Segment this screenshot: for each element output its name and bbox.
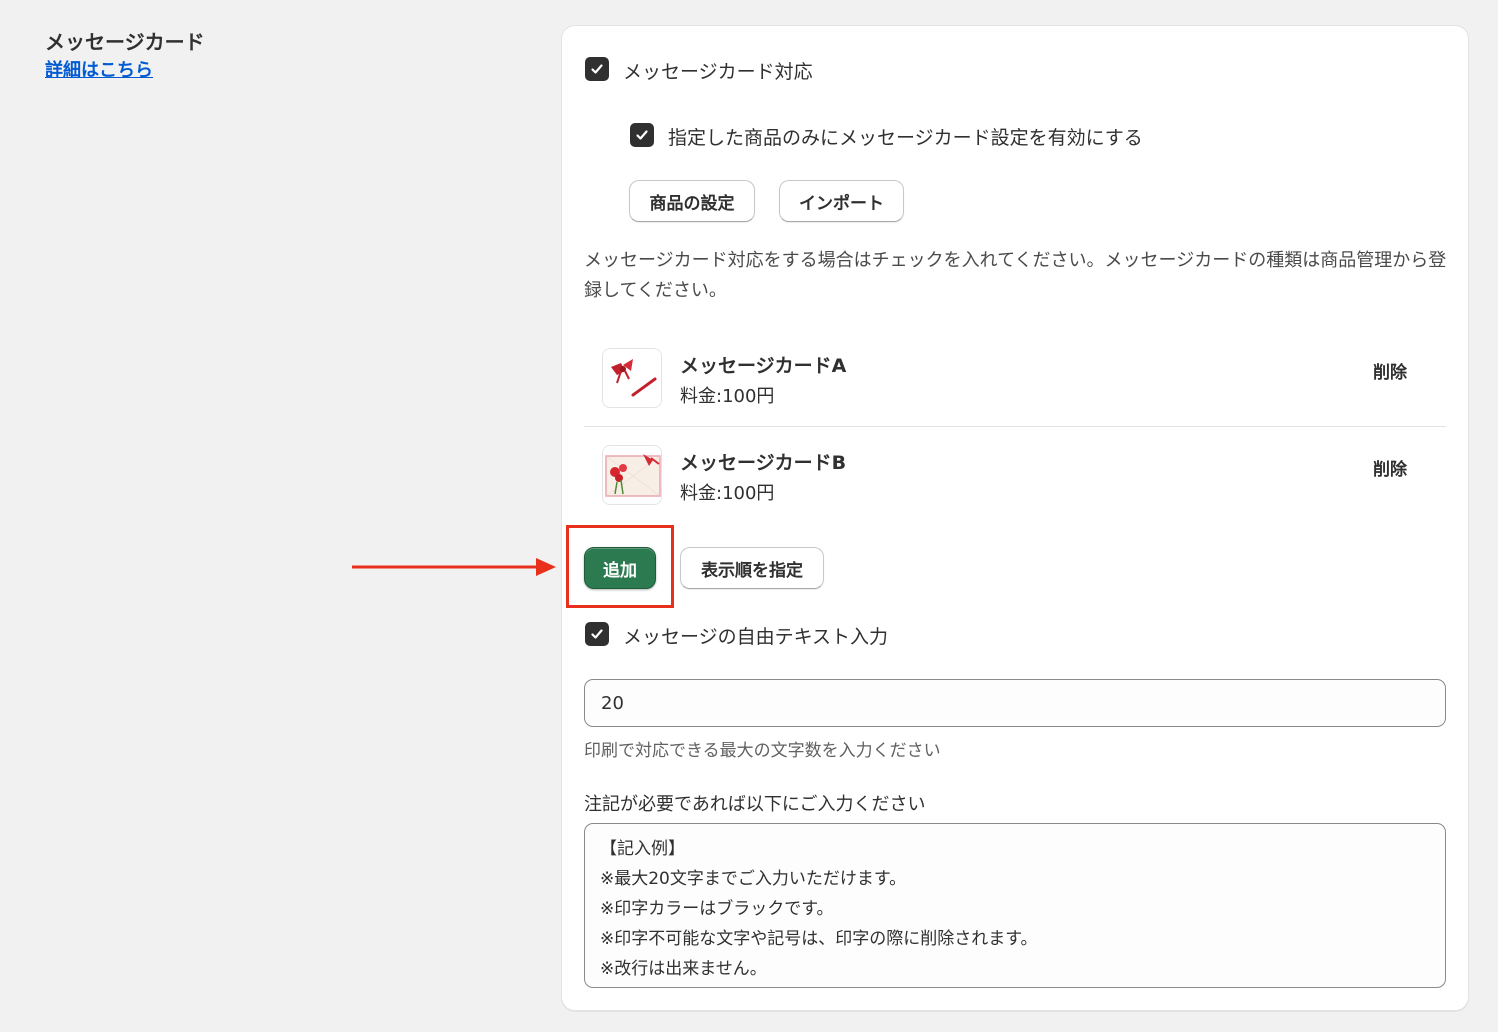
- message-card-checkbox[interactable]: [585, 57, 609, 81]
- card-a-price: 料金:100円: [680, 386, 775, 407]
- arrow-annotation-icon: [352, 558, 556, 576]
- card-b-name: メッセージカードB: [680, 452, 847, 474]
- specified-products-checkbox-label: 指定した商品のみにメッセージカード設定を有効にする: [668, 127, 1143, 149]
- card-a-name: メッセージカードA: [680, 355, 847, 377]
- note-textarea[interactable]: 【記入例】 ※最大20文字までご入力いただけます。 ※印字カラーはブラックです。…: [584, 823, 1446, 988]
- sort-order-button[interactable]: 表示順を指定: [680, 547, 824, 589]
- card-a-delete-button[interactable]: 削除: [1373, 358, 1407, 383]
- max-chars-help: 印刷で対応できる最大の文字数を入力ください: [584, 741, 941, 761]
- checkmark-icon: [636, 130, 648, 140]
- free-text-checkbox-label: メッセージの自由テキスト入力: [623, 626, 889, 648]
- message-card-checkbox-label: メッセージカード対応: [623, 61, 813, 83]
- checkmark-icon: [591, 64, 603, 74]
- import-button[interactable]: インポート: [779, 180, 904, 222]
- specified-products-checkbox[interactable]: [630, 123, 654, 147]
- product-settings-button[interactable]: 商品の設定: [629, 180, 755, 222]
- card-a-thumbnail: [602, 348, 662, 408]
- note-label: 注記が必要であれば以下にご入力ください: [584, 794, 926, 815]
- card-b-delete-button[interactable]: 削除: [1373, 455, 1407, 480]
- free-text-checkbox[interactable]: [585, 622, 609, 646]
- card-b-thumbnail: [602, 445, 662, 505]
- card-b-price: 料金:100円: [680, 483, 775, 504]
- section-title: メッセージカード: [45, 30, 205, 54]
- flower-card-image: [603, 446, 661, 504]
- help-text: メッセージカード対応をする場合はチェックを入れてください。メッセージカードの種類…: [584, 250, 1447, 301]
- list-divider: [584, 426, 1446, 427]
- checkmark-icon: [591, 629, 603, 639]
- ribbon-card-image: [603, 349, 661, 407]
- add-button[interactable]: 追加: [584, 547, 656, 589]
- detail-link[interactable]: 詳細はこちら: [45, 56, 153, 82]
- max-chars-input[interactable]: 20: [584, 679, 1446, 727]
